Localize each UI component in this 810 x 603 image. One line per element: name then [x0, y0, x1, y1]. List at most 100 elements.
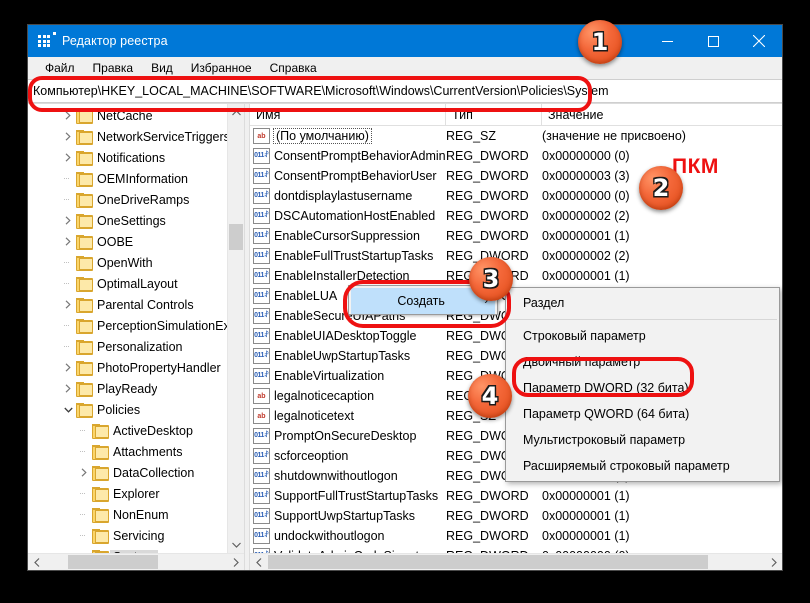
close-button[interactable]: [736, 25, 782, 57]
tree-item-datacollection[interactable]: DataCollection: [28, 462, 244, 483]
table-row[interactable]: ValidateAdminCodeSignaturesREG_DWORD0x00…: [250, 546, 782, 553]
menu-item-key[interactable]: Раздел: [506, 290, 779, 316]
tree-item-explorer[interactable]: Explorer: [28, 483, 244, 504]
tree-item-photopropertyhandler[interactable]: PhotoPropertyHandler: [28, 357, 244, 378]
minimize-button[interactable]: [644, 25, 690, 57]
tree-item-perceptionsimulationext[interactable]: PerceptionSimulationExt: [28, 315, 244, 336]
folder-icon: [76, 130, 93, 145]
folder-icon: [92, 487, 109, 502]
menu-item-expandable-string-value[interactable]: Расширяемый строковый параметр: [506, 453, 779, 479]
value-name: EnableVirtualization: [274, 369, 385, 383]
tree-leaf-spacer: [76, 525, 92, 546]
cell-name: EnableFullTrustStartupTasks: [250, 248, 446, 264]
registry-tree: NetCache NetworkServiceTriggers Notificati…: [28, 104, 244, 553]
menu-item-multi-string-value[interactable]: Мультистроковый параметр: [506, 427, 779, 453]
tree-item-nonenum[interactable]: NonEnum: [28, 504, 244, 525]
tree-item-servicing[interactable]: Servicing: [28, 525, 244, 546]
list-scroll-left-icon[interactable]: [250, 557, 267, 567]
table-row[interactable]: SupportUwpStartupTasks REG_DWORD 0x0000000…: [250, 506, 782, 526]
tree-item-onedriveramps[interactable]: OneDriveRamps: [28, 189, 244, 210]
tree-item-personalization[interactable]: Personalization: [28, 336, 244, 357]
chevron-down-icon[interactable]: [76, 546, 92, 553]
cell-name: ConsentPromptBehaviorAdmin: [250, 148, 446, 164]
list-hscroll-thumb[interactable]: [268, 555, 708, 569]
registry-icon: [38, 32, 56, 49]
tree-item-notifications[interactable]: Notifications: [28, 147, 244, 168]
table-row[interactable]: EnableInstallerDetectionREG_DWORD0x00000…: [250, 266, 782, 286]
tree-item-label: DataCollection: [113, 465, 195, 480]
chevron-right-icon[interactable]: [60, 378, 76, 399]
scroll-left-icon[interactable]: [28, 557, 45, 567]
tree-item-optimallayout[interactable]: OptimalLayout: [28, 273, 244, 294]
chevron-right-icon[interactable]: [60, 147, 76, 168]
dword-value-icon: [253, 228, 270, 244]
cell-name: legalnoticecaption: [250, 388, 446, 404]
value-name: dontdisplaylastusername: [274, 189, 413, 203]
chevron-right-icon[interactable]: [60, 294, 76, 315]
annotation-box-address: [28, 76, 592, 112]
menu-item-qword-64-value[interactable]: Параметр QWORD (64 бита): [506, 401, 779, 427]
tree-item-attachments[interactable]: Attachments: [28, 441, 244, 462]
table-row[interactable]: SupportFullTrustStartupTasks REG_DWORD 0x0…: [250, 486, 782, 506]
scroll-down-icon[interactable]: [228, 536, 244, 553]
menu-favorites[interactable]: Избранное: [182, 59, 261, 77]
chevron-down-icon[interactable]: [60, 399, 76, 420]
folder-icon: [76, 214, 93, 229]
tree-item-oobe[interactable]: OOBE: [28, 231, 244, 252]
list-scroll-right-icon[interactable]: [765, 554, 782, 570]
tree-horizontal-scrollbar[interactable]: [28, 553, 244, 570]
cell-name: EnableCursorSuppression: [250, 228, 446, 244]
cell-value: 0x00000001 (1): [542, 229, 630, 243]
tree-scroll-thumb[interactable]: [229, 224, 243, 250]
tree-leaf-spacer: [76, 504, 92, 525]
menu-view[interactable]: Вид: [142, 59, 182, 77]
folder-icon: [76, 277, 93, 292]
tree-item-label: PlayReady: [97, 381, 158, 396]
chevron-right-icon[interactable]: [60, 231, 76, 252]
chevron-right-icon[interactable]: [76, 462, 92, 483]
tree-hscroll-thumb[interactable]: [68, 555, 158, 569]
menu-help[interactable]: Справка: [261, 59, 326, 77]
chevron-right-icon[interactable]: [60, 126, 76, 147]
table-row[interactable]: EnableFullTrustStartupTasksREG_DWORD0x00…: [250, 246, 782, 266]
scroll-right-icon[interactable]: [227, 554, 244, 570]
menu-file[interactable]: Файл: [36, 59, 84, 77]
table-row[interactable]: undockwithoutlogon REG_DWORD 0x00000001 (1…: [250, 526, 782, 546]
maximize-button[interactable]: [690, 25, 736, 57]
tree-item-label: PhotoPropertyHandler: [97, 360, 221, 375]
tree-item-label: Notifications: [97, 150, 166, 165]
tree-item-networkservicetriggers[interactable]: NetworkServiceTriggers: [28, 126, 244, 147]
dword-value-icon: [253, 248, 270, 264]
tree-item-parental-controls[interactable]: Parental Controls: [28, 294, 244, 315]
tree-scroll-area: NetCache NetworkServiceTriggers Notificati…: [28, 104, 244, 553]
tree-item-system[interactable]: System: [28, 546, 244, 553]
chevron-right-icon[interactable]: [60, 357, 76, 378]
menu-item-string-value[interactable]: Строковый параметр: [506, 323, 779, 349]
tree-item-openwith[interactable]: OpenWith: [28, 252, 244, 273]
tree-item-onesettings[interactable]: OneSettings: [28, 210, 244, 231]
tree-item-oeminformation[interactable]: OEMInformation: [28, 168, 244, 189]
tree-item-playready[interactable]: PlayReady: [28, 378, 244, 399]
registry-tree-pane: NetCache NetworkServiceTriggers Notificati…: [28, 104, 244, 570]
value-name: undockwithoutlogon: [274, 529, 385, 543]
list-horizontal-scrollbar[interactable]: [250, 553, 782, 570]
window-title: Редактор реестра: [62, 34, 168, 48]
table-row[interactable]: dontdisplaylastusernameREG_DWORD0x000000…: [250, 186, 782, 206]
cell-value: 0x00000001 (1): [542, 269, 630, 283]
tree-item-label: OptimalLayout: [97, 276, 178, 291]
dword-value-icon: [253, 188, 270, 204]
menu-edit[interactable]: Правка: [84, 59, 143, 77]
title-bar[interactable]: Редактор реестра: [28, 25, 782, 57]
string-value-icon: [253, 388, 270, 404]
cell-value: 0x00000002 (2): [542, 249, 630, 263]
tree-item-label: Attachments: [113, 444, 183, 459]
chevron-right-icon[interactable]: [60, 210, 76, 231]
tree-vertical-scrollbar[interactable]: [227, 104, 244, 553]
table-row[interactable]: DSCAutomationHostEnabled REG_DWORD 0x00000…: [250, 206, 782, 226]
tree-item-policies[interactable]: Policies: [28, 399, 244, 420]
table-row[interactable]: EnableCursorSuppression REG_DWORD 0x000000…: [250, 226, 782, 246]
table-row[interactable]: (По умолчанию) REG_SZ (значение не присвое…: [250, 126, 782, 146]
tree-item-label: Policies: [97, 402, 141, 417]
cell-value: 0x00000001 (1): [542, 489, 630, 503]
tree-item-activedesktop[interactable]: ActiveDesktop: [28, 420, 244, 441]
